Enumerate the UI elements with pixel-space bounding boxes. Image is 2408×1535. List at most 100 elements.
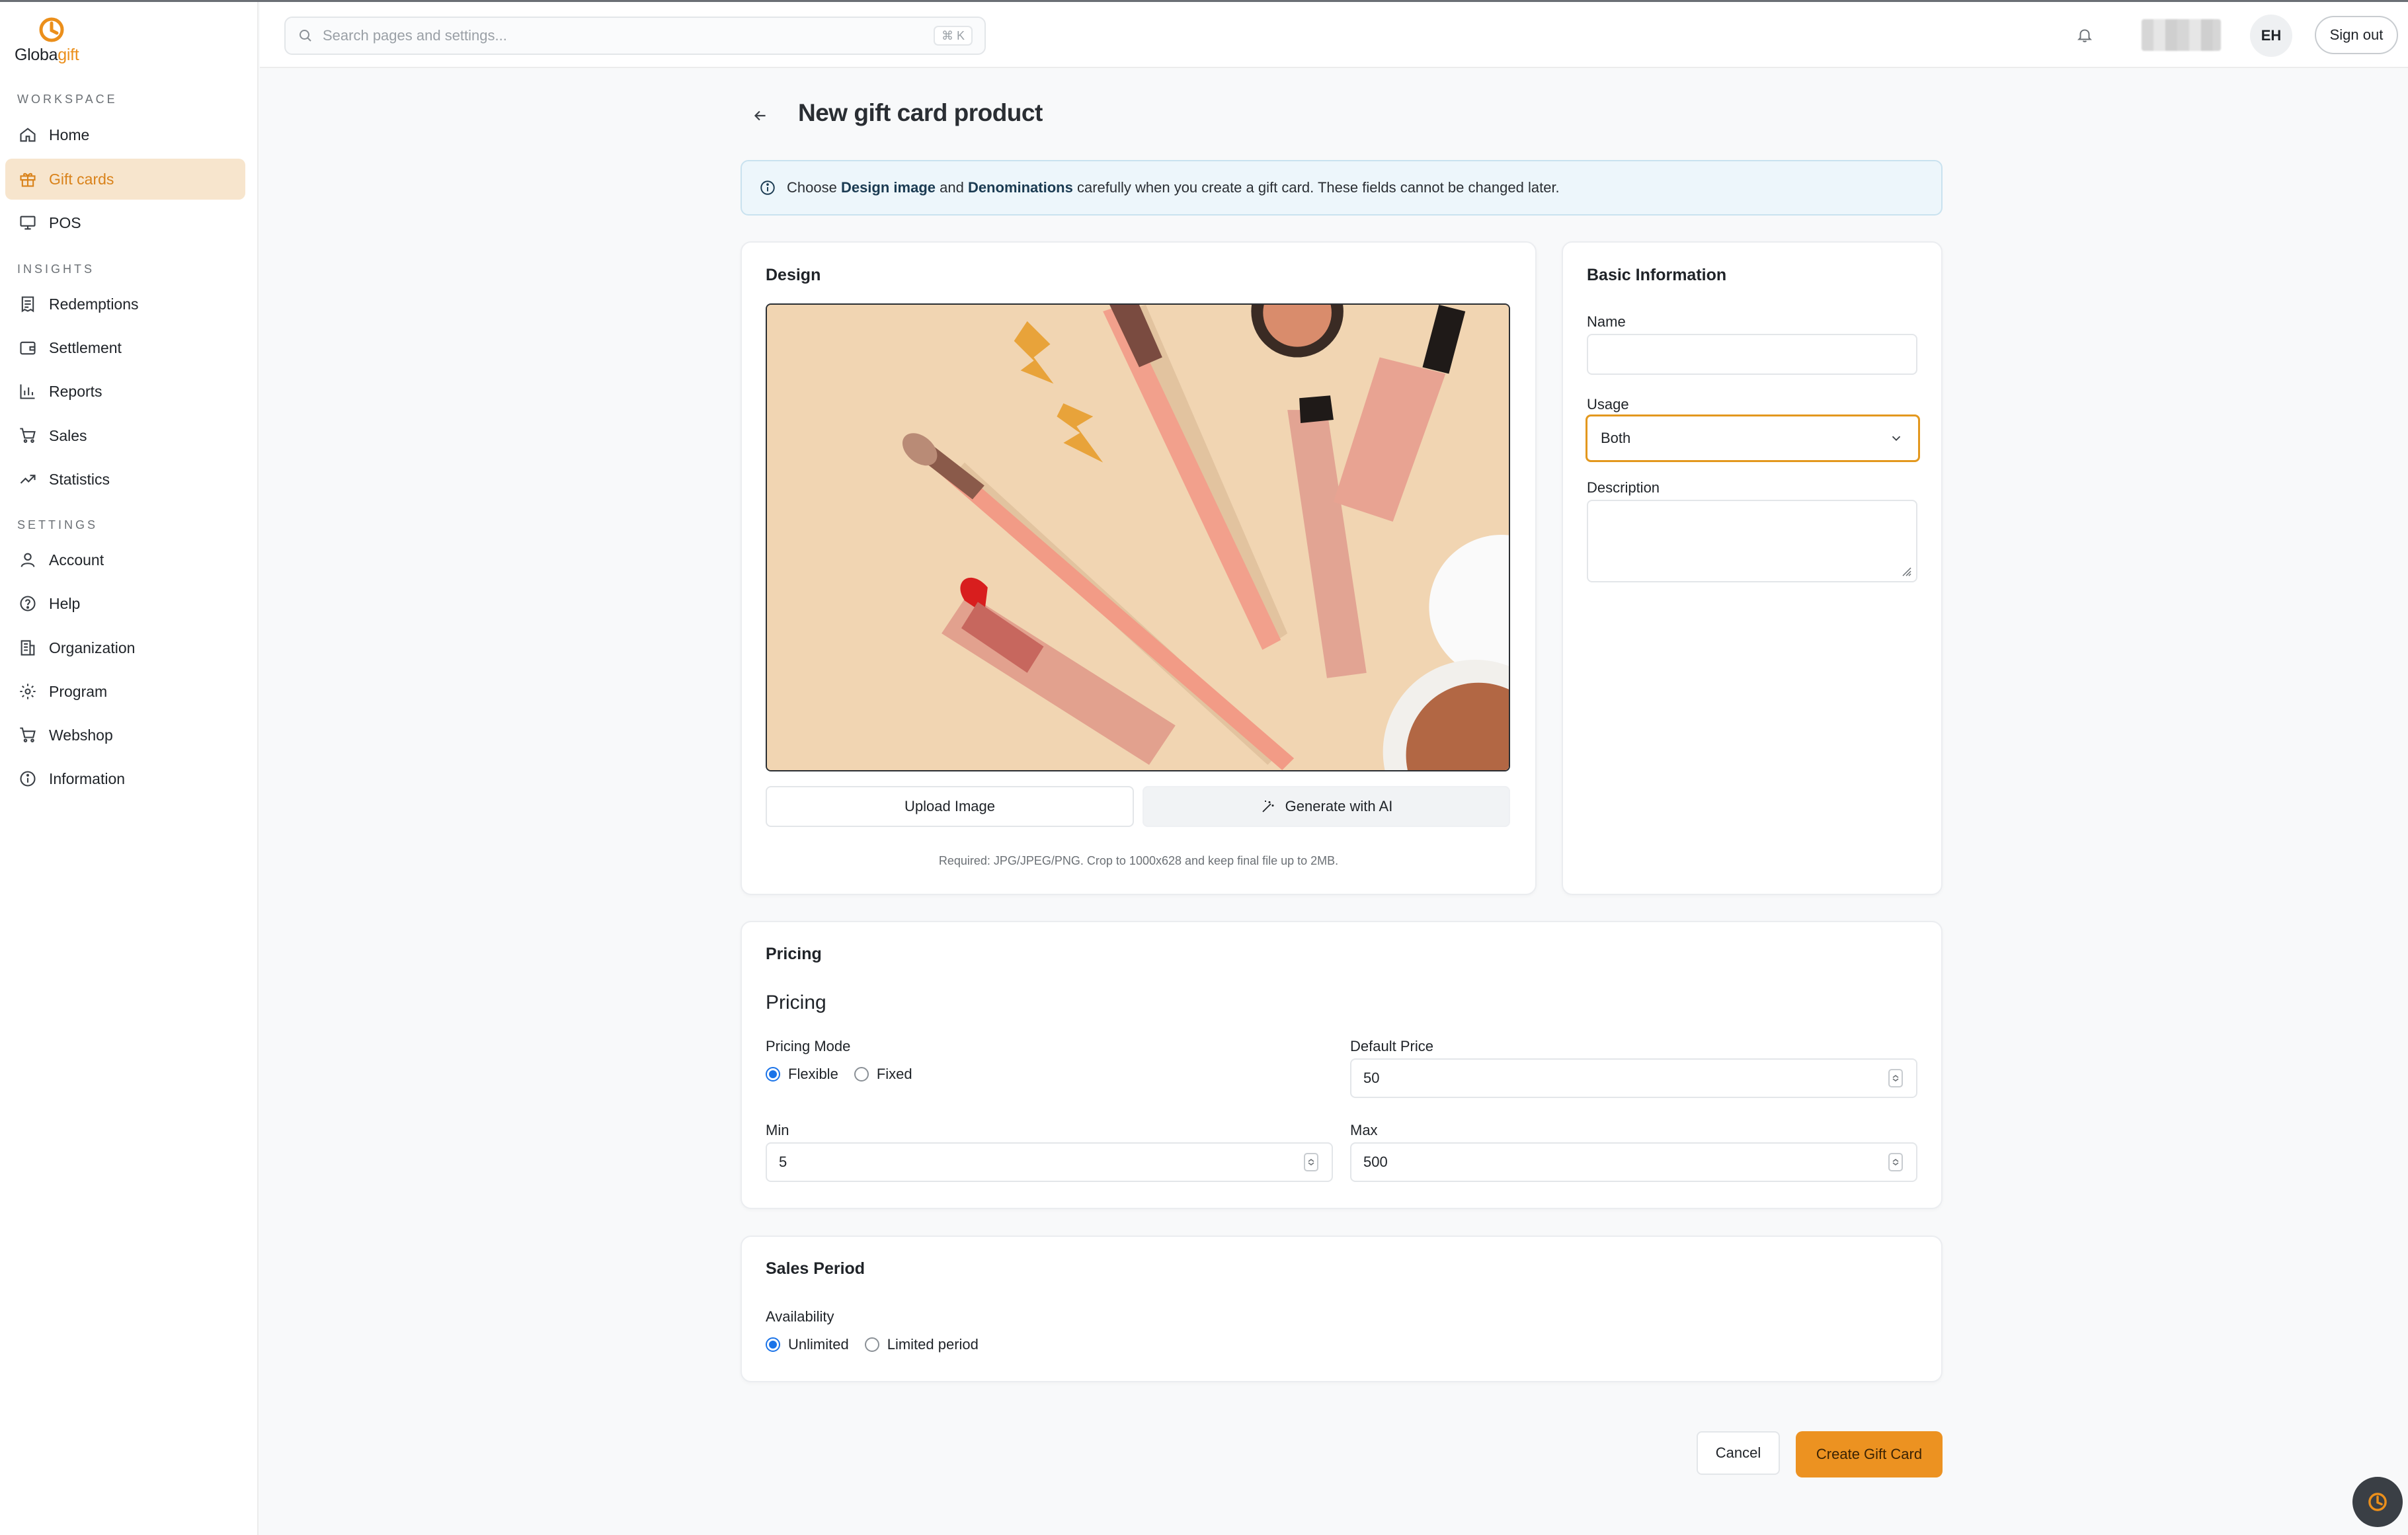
design-upload-hint: Required: JPG/JPEG/PNG. Crop to 1000x628… xyxy=(938,854,1339,867)
search-icon xyxy=(300,30,311,42)
stepper-icon xyxy=(1308,1159,1314,1165)
back-button[interactable] xyxy=(748,104,772,128)
brand-logo[interactable]: Globagift xyxy=(15,15,87,68)
section-label-workspace: WORKSPACE xyxy=(17,93,118,106)
sidebar-item-webshop[interactable]: Webshop xyxy=(5,715,245,756)
info-icon xyxy=(760,180,775,195)
design-card: Design Upload Image Generate with AI Req… xyxy=(741,241,1537,895)
notice-text: Choose Design image and Denominations ca… xyxy=(787,179,1560,196)
brand-name: Globagift xyxy=(15,46,79,64)
max-input[interactable]: 500 xyxy=(1350,1142,1917,1182)
radio-fixed[interactable] xyxy=(854,1067,869,1082)
sidebar-item-label: Statistics xyxy=(49,470,110,488)
pricing-subtitle: Pricing xyxy=(766,992,826,1013)
pricing-card: Pricing Pricing Pricing Mode Flexible Fi… xyxy=(741,921,1943,1209)
upload-image-button[interactable]: Upload Image xyxy=(766,786,1134,827)
cart-icon xyxy=(19,726,37,744)
support-chat-button[interactable] xyxy=(2352,1477,2403,1527)
radio-unlimited-label[interactable]: Unlimited xyxy=(788,1336,849,1353)
stepper-icon xyxy=(1892,1159,1899,1165)
section-label-insights: INSIGHTS xyxy=(17,262,95,276)
min-stepper[interactable] xyxy=(1304,1153,1318,1171)
sidebar-item-home[interactable]: Home xyxy=(5,114,245,155)
search-shortcut-badge: ⌘ K xyxy=(933,26,973,46)
cancel-button[interactable]: Cancel xyxy=(1697,1431,1780,1475)
resize-grip-icon[interactable] xyxy=(1899,564,1912,577)
cosmetics-image xyxy=(767,305,1509,770)
sidebar: Globagift WORKSPACE Home Gift cards POS … xyxy=(0,2,259,1535)
sidebar-item-label: Information xyxy=(49,769,126,787)
generate-with-ai-label: Generate with AI xyxy=(1285,798,1393,814)
search-box[interactable]: ⌘ K xyxy=(284,17,986,55)
logo-mark-icon xyxy=(39,17,64,42)
sidebar-item-label: Redemptions xyxy=(49,295,139,313)
sidebar-item-statistics[interactable]: Statistics xyxy=(5,459,245,500)
radio-flexible-label[interactable]: Flexible xyxy=(788,1066,838,1083)
max-stepper[interactable] xyxy=(1888,1153,1903,1171)
sidebar-item-gift-cards[interactable]: Gift cards xyxy=(5,159,245,200)
pricing-mode-label: Pricing Mode xyxy=(766,1038,851,1054)
info-icon xyxy=(19,769,37,788)
sidebar-item-label: Account xyxy=(49,551,104,569)
sidebar-item-label: Gift cards xyxy=(49,170,114,188)
create-gift-card-button[interactable]: Create Gift Card xyxy=(1796,1431,1943,1477)
magic-wand-icon xyxy=(1262,801,1274,812)
avatar[interactable]: EH xyxy=(2250,15,2292,57)
sidebar-item-label: POS xyxy=(49,214,81,231)
sidebar-item-pos[interactable]: POS xyxy=(5,202,245,243)
topbar: ⌘ K EH Sign out xyxy=(260,2,2408,68)
sales-period-card: Sales Period Availability Unlimited Limi… xyxy=(741,1236,1943,1382)
description-textarea[interactable] xyxy=(1587,500,1917,582)
user-icon xyxy=(19,551,37,569)
max-value: 500 xyxy=(1363,1154,1388,1170)
generate-with-ai-button[interactable]: Generate with AI xyxy=(1143,786,1510,827)
usage-selected-value: Both xyxy=(1601,430,1631,446)
design-image-preview[interactable] xyxy=(766,303,1510,771)
sales-period-title: Sales Period xyxy=(766,1259,865,1278)
availability-group: Unlimited Limited period xyxy=(766,1336,979,1353)
building-icon xyxy=(19,639,37,657)
radio-flexible[interactable] xyxy=(766,1067,780,1082)
page-title: New gift card product xyxy=(798,99,1043,126)
sidebar-item-help[interactable]: Help xyxy=(5,583,245,624)
sidebar-item-reports[interactable]: Reports xyxy=(5,371,245,412)
radio-limited-period[interactable] xyxy=(864,1337,879,1352)
usage-select[interactable]: Both xyxy=(1585,414,1920,462)
monitor-icon xyxy=(19,214,37,232)
sidebar-item-settlement[interactable]: Settlement xyxy=(5,327,245,368)
pricing-mode-group: Flexible Fixed xyxy=(766,1066,912,1083)
stepper-icon xyxy=(1892,1075,1899,1082)
min-input[interactable]: 5 xyxy=(766,1142,1333,1182)
default-price-stepper[interactable] xyxy=(1888,1069,1903,1087)
sidebar-item-redemptions[interactable]: Redemptions xyxy=(5,284,245,325)
arrow-left-icon xyxy=(754,110,766,121)
sidebar-item-information[interactable]: Information xyxy=(5,758,245,799)
bell-icon xyxy=(2077,29,2093,42)
sidebar-item-label: Webshop xyxy=(49,726,113,744)
radio-unlimited[interactable] xyxy=(766,1337,780,1352)
sidebar-item-program[interactable]: Program xyxy=(5,671,245,712)
usage-label: Usage xyxy=(1587,396,1629,413)
default-price-value: 50 xyxy=(1363,1070,1380,1086)
radio-fixed-label[interactable]: Fixed xyxy=(877,1066,912,1083)
notifications-button[interactable] xyxy=(2066,17,2103,54)
receipt-icon xyxy=(19,295,37,313)
default-price-label: Default Price xyxy=(1350,1038,1433,1054)
sidebar-item-label: Home xyxy=(49,126,90,143)
sidebar-item-account[interactable]: Account xyxy=(5,539,245,580)
search-input[interactable] xyxy=(323,27,904,44)
name-label: Name xyxy=(1587,313,1626,330)
sidebar-item-organization[interactable]: Organization xyxy=(5,627,245,668)
organization-switcher[interactable] xyxy=(2142,19,2221,51)
gear-icon xyxy=(19,682,37,701)
sidebar-item-sales[interactable]: Sales xyxy=(5,415,245,456)
default-price-input[interactable]: 50 xyxy=(1350,1058,1917,1098)
sidebar-item-label: Sales xyxy=(49,426,87,444)
name-input[interactable] xyxy=(1587,334,1917,375)
max-label: Max xyxy=(1350,1122,1378,1138)
info-notice: Choose Design image and Denominations ca… xyxy=(741,160,1943,216)
trend-icon xyxy=(19,470,37,489)
sign-out-button[interactable]: Sign out xyxy=(2315,16,2398,54)
min-value: 5 xyxy=(779,1154,787,1170)
radio-limited-period-label[interactable]: Limited period xyxy=(887,1336,979,1353)
